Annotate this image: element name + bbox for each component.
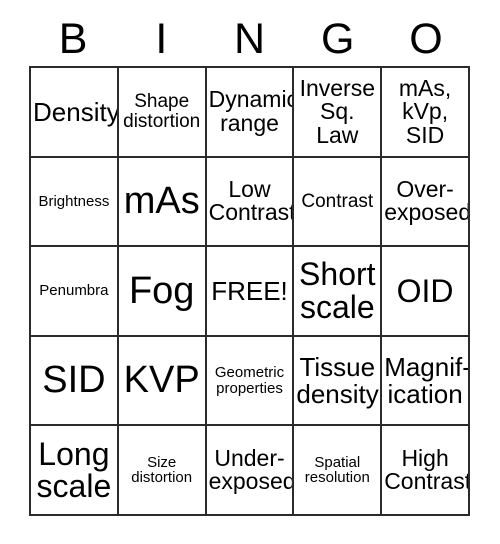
bingo-cell-r1c4[interactable]: Inverse Sq. Law [294, 68, 383, 158]
bingo-cell-r3c1[interactable]: Penumbra [31, 247, 119, 337]
bingo-cell-r2c5[interactable]: Over- exposed [382, 157, 470, 248]
bingo-cell-r4c3[interactable]: Geometric properties [206, 336, 295, 427]
bingo-cell-label: FREE! [211, 275, 288, 306]
bingo-header-letter-n: N [233, 14, 266, 63]
bingo-cell-r1c3[interactable]: Dynamic range [206, 68, 295, 158]
bingo-cell-r1c5[interactable]: mAs, kVp, SID [382, 68, 470, 158]
bingo-cell-r1c2[interactable]: Shape distortion [118, 68, 207, 158]
bingo-cell-r2c2[interactable]: mAs [118, 157, 207, 248]
bingo-cell-label: High Contrast [384, 444, 470, 495]
bingo-cell-label: Shape distortion [123, 91, 201, 132]
bingo-cell-r2c1[interactable]: Brightness [31, 157, 119, 248]
bingo-cell-label: Size distortion [131, 453, 193, 487]
bingo-cell-label: Density [33, 96, 119, 127]
bingo-cell-r4c1[interactable]: SID [31, 336, 119, 427]
bingo-cell-label: Over- exposed [384, 175, 470, 226]
bingo-header-row: B I N G O [29, 12, 470, 66]
bingo-cell-label: Magnif- ication [384, 352, 470, 409]
bingo-cell-r5c2[interactable]: Size distortion [118, 426, 207, 516]
bingo-cell-label: Geometric properties [214, 364, 285, 397]
bingo-grid: Density Shape distortion Dynamic range Inve… [29, 66, 470, 516]
bingo-cell-r4c4[interactable]: Tissue density [294, 336, 383, 427]
bingo-cell-r3c4[interactable]: Short scale [294, 247, 383, 337]
bingo-cell-r2c4[interactable]: Contrast [294, 157, 383, 248]
bingo-header-letter-i: I [155, 14, 168, 63]
bingo-cell-r5c3[interactable]: Under- exposed [206, 426, 295, 516]
bingo-cell-label: Spatial resolution [304, 453, 370, 487]
bingo-cell-label: Dynamic range [208, 86, 295, 136]
bingo-cell-label: Inverse Sq. Law [299, 74, 375, 148]
bingo-cell-label: Contrast [301, 190, 374, 212]
bingo-header-letter-b: B [58, 14, 88, 63]
bingo-cell-label: Fog [128, 269, 195, 312]
bingo-cell-label: mAs, kVp, SID [398, 74, 452, 148]
bingo-cell-r2c3[interactable]: Low Contrast [206, 157, 295, 248]
bingo-cell-label: Long scale [36, 435, 112, 505]
bingo-cell-label: Brightness [38, 192, 110, 210]
bingo-cell-label: Low Contrast [208, 175, 295, 226]
bingo-cell-r4c5[interactable]: Magnif- ication [382, 336, 470, 427]
bingo-cell-r3c2[interactable]: Fog [118, 247, 207, 337]
bingo-cell-r1c1[interactable]: Density [31, 68, 119, 158]
bingo-cell-r4c2[interactable]: KVP [118, 336, 207, 427]
bingo-cell-label: Under- exposed [208, 444, 295, 495]
bingo-cell-r3c5[interactable]: OID [382, 247, 470, 337]
bingo-cell-label: Tissue density [296, 352, 379, 409]
bingo-cell-label: Penumbra [39, 282, 109, 300]
bingo-cell-label: KVP [123, 359, 200, 402]
bingo-header-letter-o: O [409, 14, 443, 63]
bingo-cell-label: OID [396, 272, 454, 309]
bingo-header-letter-g: G [320, 14, 355, 63]
bingo-cell-r5c5[interactable]: High Contrast [382, 426, 470, 516]
bingo-cell-label: Short scale [299, 256, 376, 325]
bingo-cell-label: mAs [123, 180, 200, 223]
bingo-card: B I N G O Density Shape distortion Dynamic… [0, 0, 500, 544]
bingo-cell-label: SID [42, 359, 106, 402]
bingo-cell-r5c1[interactable]: Long scale [31, 426, 119, 516]
bingo-cell-r5c4[interactable]: Spatial resolution [294, 426, 383, 516]
bingo-cell-r3c3[interactable]: FREE! [206, 247, 295, 337]
